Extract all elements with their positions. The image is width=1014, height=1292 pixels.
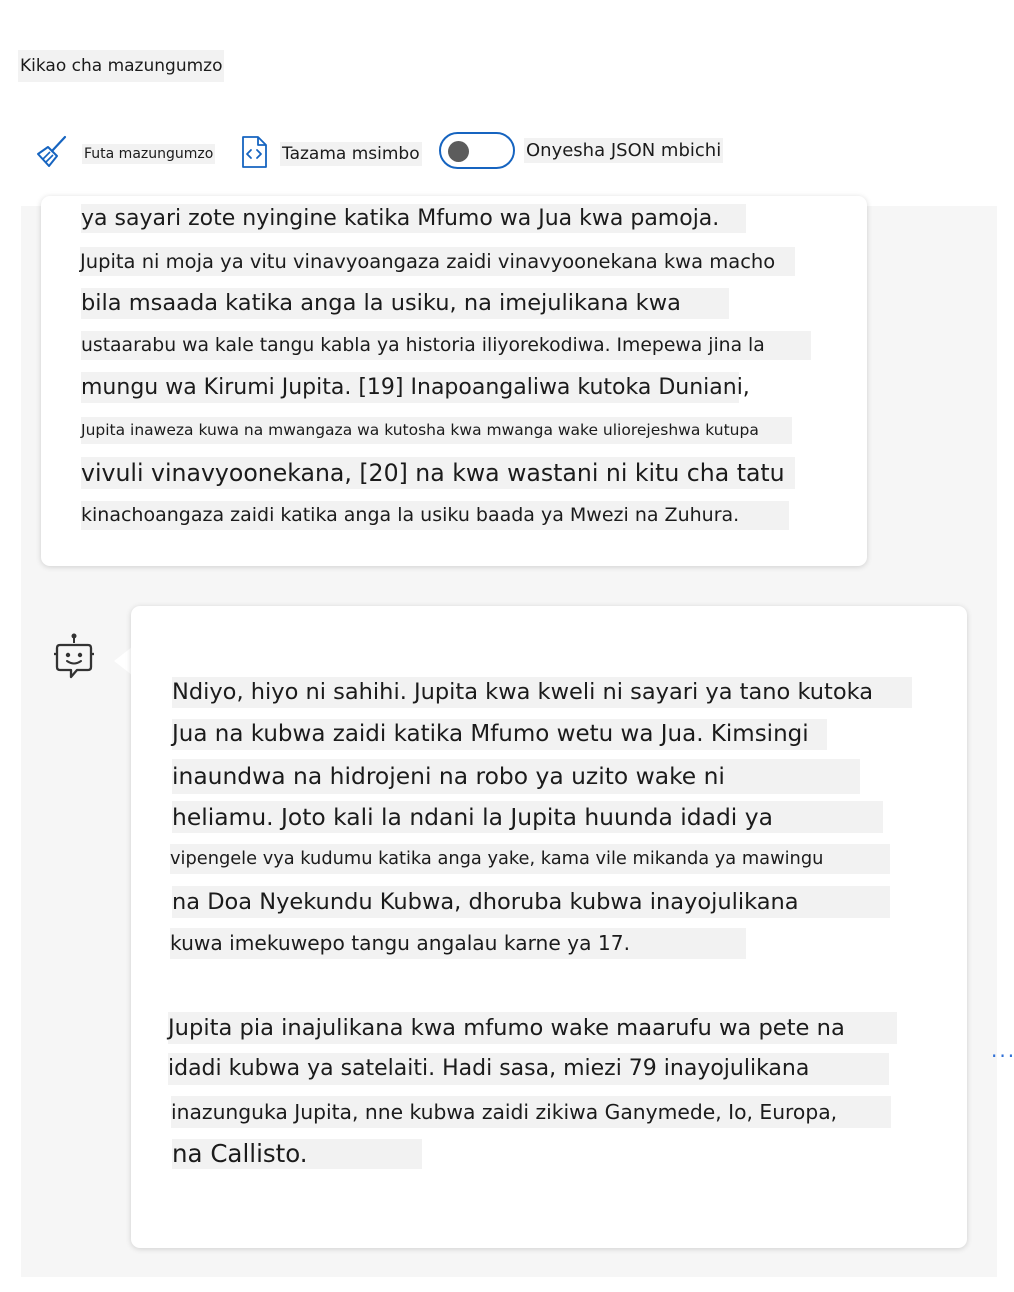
raw-json-toggle-group: Onyesha JSON mbichi bbox=[439, 132, 724, 169]
robot-icon bbox=[53, 633, 95, 683]
message-line: vipengele vya kudumu katika anga yake, k… bbox=[170, 844, 890, 874]
message-line: inaundwa na hidrojeni na robo ya uzito w… bbox=[172, 759, 860, 794]
view-code-button[interactable]: Tazama msimbo bbox=[240, 135, 422, 173]
message-line: Jupita ni moja ya vitu vinavyoangaza zai… bbox=[80, 247, 795, 276]
message-line: bila msaada katika anga la usiku, na ime… bbox=[81, 288, 729, 319]
raw-json-label: Onyesha JSON mbichi bbox=[524, 138, 724, 163]
message-line: Jupita inaweza kuwa na mwangaza wa kutos… bbox=[81, 417, 792, 444]
message-line: ustaarabu wa kale tangu kabla ya histori… bbox=[81, 331, 811, 360]
message-line: Ndiyo, hiyo ni sahihi. Jupita kwa kweli … bbox=[172, 677, 912, 708]
bot-message: ... Ndiyo, hiyo ni sahihi. Jupita kwa kw… bbox=[131, 606, 1014, 1248]
page-title: Kikao cha mazungumzo bbox=[18, 50, 225, 82]
clear-chat-button[interactable]: Futa mazungumzo bbox=[34, 134, 216, 174]
clear-chat-label: Futa mazungumzo bbox=[82, 144, 216, 164]
message-line: kuwa imekuwepo tangu angalau karne ya 17… bbox=[170, 928, 746, 959]
message-line: Jua na kubwa zaidi katika Mfumo wetu wa … bbox=[172, 719, 827, 750]
toggle-knob bbox=[448, 141, 469, 162]
message-line: mungu wa Kirumi Jupita. [19] Inapoangali… bbox=[81, 372, 750, 403]
view-code-label: Tazama msimbo bbox=[280, 142, 422, 166]
chat-history[interactable]: ya sayari zote nyingine katika Mfumo wa … bbox=[21, 196, 1014, 1277]
bubble-pointer bbox=[114, 647, 132, 675]
message-line: kinachoangaza zaidi katika anga la usiku… bbox=[81, 501, 789, 530]
message-line: na Callisto. bbox=[172, 1139, 422, 1169]
broom-icon bbox=[34, 134, 70, 174]
raw-json-toggle[interactable] bbox=[439, 132, 515, 169]
code-file-icon bbox=[240, 135, 268, 173]
message-line: Jupita pia inajulikana kwa mfumo wake ma… bbox=[168, 1012, 897, 1044]
more-options-button[interactable]: ... bbox=[991, 1040, 1014, 1060]
message-line: idadi kubwa ya satelaiti. Hadi sasa, mie… bbox=[168, 1053, 889, 1085]
message-line: heliamu. Joto kali la ndani la Jupita hu… bbox=[172, 801, 883, 833]
user-message: ya sayari zote nyingine katika Mfumo wa … bbox=[41, 196, 867, 566]
message-line: inazunguka Jupita, nne kubwa zaidi zikiw… bbox=[171, 1096, 891, 1128]
message-line: na Doa Nyekundu Kubwa, dhoruba kubwa ina… bbox=[172, 886, 890, 918]
message-line: ya sayari zote nyingine katika Mfumo wa … bbox=[81, 204, 746, 233]
message-line: vivuli vinavyoonekana, [20] na kwa wasta… bbox=[81, 457, 795, 489]
